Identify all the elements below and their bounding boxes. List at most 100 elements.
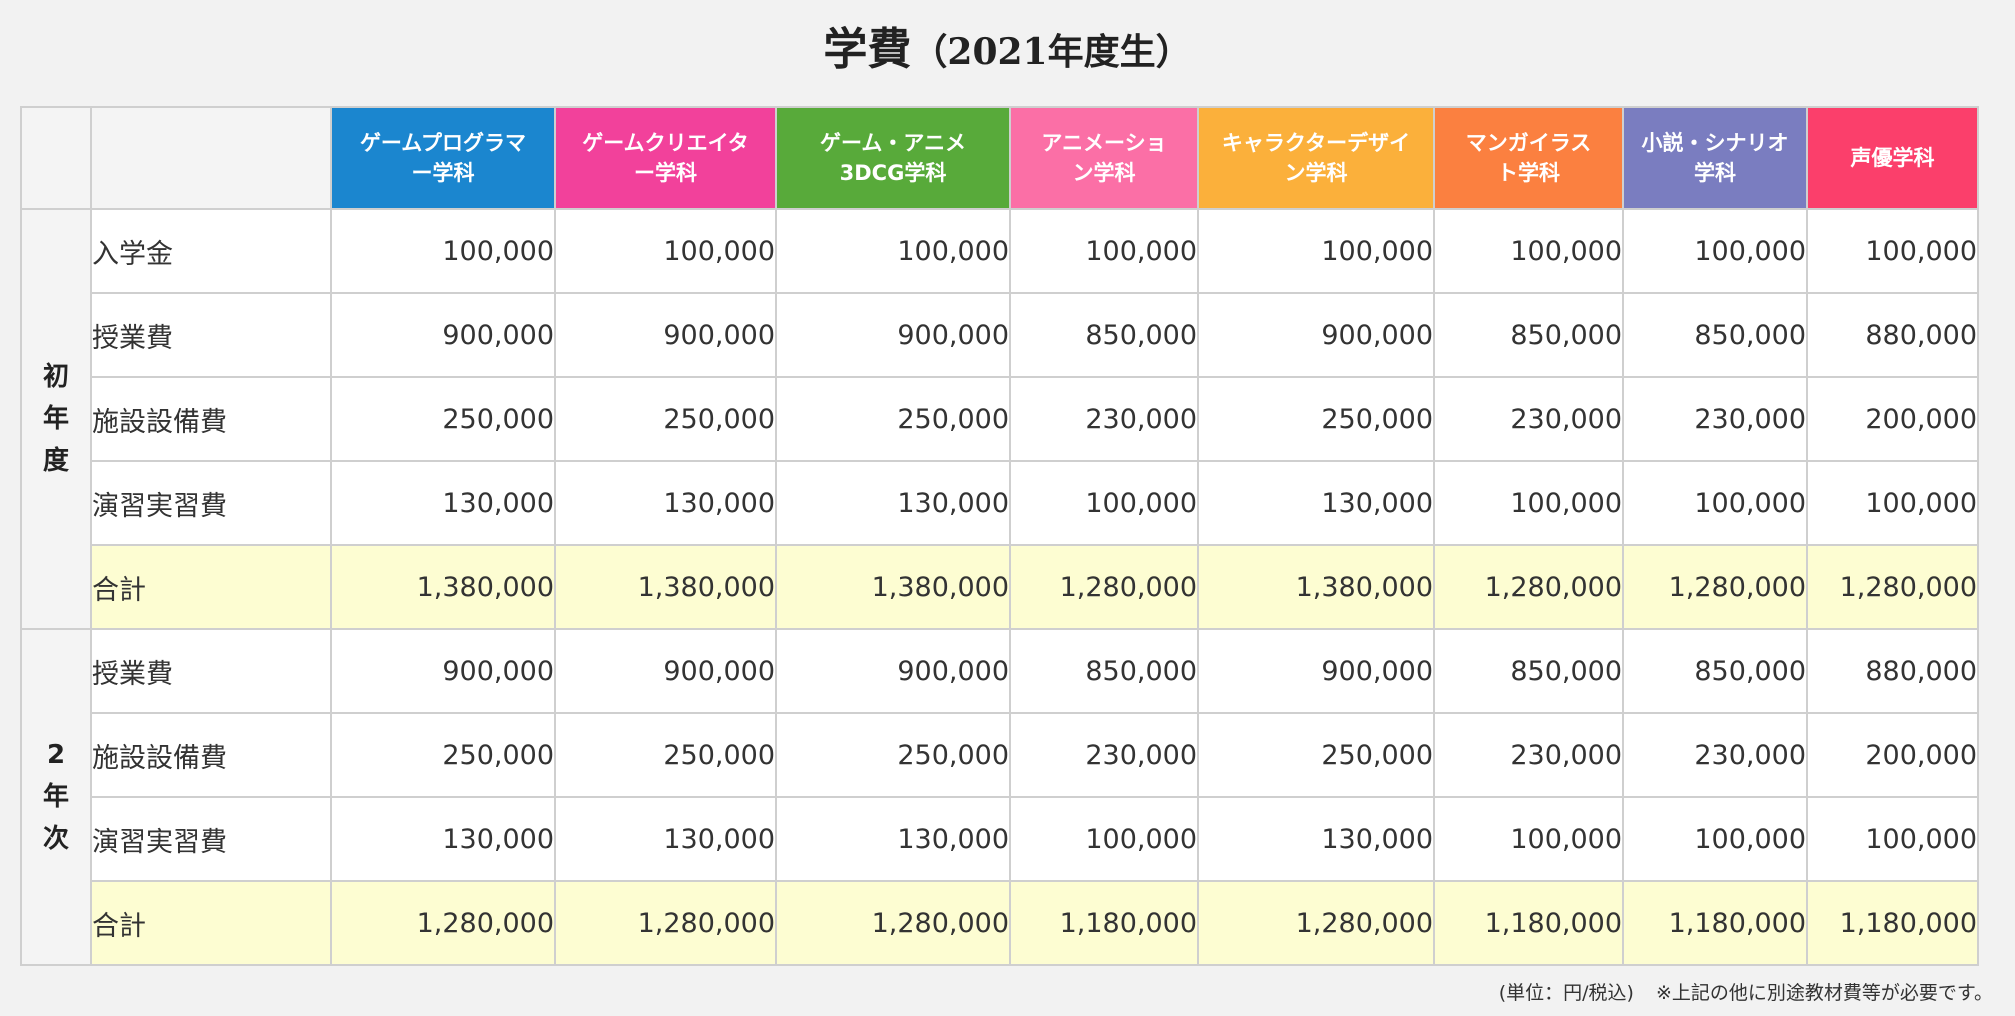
dept-header-1: ゲームプログラマ ー学科: [330, 106, 556, 210]
fee-value: 230,000: [1009, 376, 1199, 462]
fee-value: 1,280,000: [554, 880, 777, 966]
fee-value: 130,000: [554, 796, 777, 882]
table-row: 施設設備費 250,000 250,000 250,000 230,000 250,000…: [21, 376, 1979, 462]
fee-item-label: 合計: [90, 544, 332, 630]
fee-item-label: 合計: [90, 880, 332, 966]
fee-value: 100,000: [1433, 208, 1624, 294]
fee-value: 200,000: [1806, 376, 1979, 462]
fee-item-label: 演習実習費: [90, 460, 332, 546]
fee-value: 1,280,000: [1622, 544, 1808, 630]
fee-item-label: 施設設備費: [90, 376, 332, 462]
fee-value: 100,000: [1009, 208, 1199, 294]
total-row: 合計 1,380,000 1,380,000 1,380,000 1,280,000 1,…: [21, 544, 1979, 630]
year-label: 2 年 次: [20, 628, 92, 966]
fee-item-label: 施設設備費: [90, 712, 332, 798]
table-row: 演習実習費 130,000 130,000 130,000 100,000 130,000…: [21, 796, 1979, 882]
fee-value: 250,000: [554, 376, 777, 462]
fee-value: 1,280,000: [330, 880, 556, 966]
dept-header-4: アニメーショ ン学科: [1009, 106, 1199, 210]
fee-value: 130,000: [330, 460, 556, 546]
table-row: 演習実習費 130,000 130,000 130,000 100,000 130,000…: [21, 460, 1979, 546]
fee-value: 250,000: [1197, 712, 1435, 798]
page-title: 学費（2021年度生）: [0, 18, 2015, 84]
fee-value: 130,000: [554, 460, 777, 546]
fee-value: 850,000: [1009, 628, 1199, 714]
fee-value: 100,000: [554, 208, 777, 294]
fee-value: 100,000: [1433, 796, 1624, 882]
fee-value: 250,000: [775, 376, 1011, 462]
dept-header-3: ゲーム・アニメ 3DCG学科: [775, 106, 1011, 210]
fee-value: 1,380,000: [330, 544, 556, 630]
fee-item-label: 入学金: [90, 208, 332, 294]
fee-value: 230,000: [1622, 712, 1808, 798]
fee-value: 850,000: [1622, 292, 1808, 378]
fee-value: 230,000: [1009, 712, 1199, 798]
fee-value: 900,000: [330, 292, 556, 378]
fee-value: 850,000: [1622, 628, 1808, 714]
table-row: 授業費 900,000 900,000 900,000 850,000 900,000 85…: [21, 292, 1979, 378]
footnote: (単位：円/税込) ※上記の他に別途教材費等が必要です。: [1499, 978, 1993, 1005]
fee-value: 130,000: [1197, 796, 1435, 882]
dept-header-6: マンガイラス ト学科: [1433, 106, 1624, 210]
fee-value: 230,000: [1622, 376, 1808, 462]
fee-value: 100,000: [1806, 796, 1979, 882]
fee-value: 250,000: [1197, 376, 1435, 462]
fee-value: 100,000: [330, 208, 556, 294]
fee-value: 1,380,000: [1197, 544, 1435, 630]
fee-value: 1,280,000: [1009, 544, 1199, 630]
fee-value: 100,000: [1806, 460, 1979, 546]
fee-value: 1,180,000: [1433, 880, 1624, 966]
total-row: 合計 1,280,000 1,280,000 1,280,000 1,180,000 1,…: [21, 880, 1979, 966]
year-label: 初 年 度: [20, 208, 92, 630]
fee-value: 1,280,000: [1806, 544, 1979, 630]
header-blank-item: [90, 106, 332, 210]
fee-value: 100,000: [1622, 460, 1808, 546]
dept-header-2: ゲームクリエイタ ー学科: [554, 106, 777, 210]
fee-value: 250,000: [330, 376, 556, 462]
fee-value: 100,000: [1433, 460, 1624, 546]
table-body: 初 年 度入学金 100,000 100,000 100,000 100,000 100,…: [20, 208, 1979, 966]
fee-value: 900,000: [554, 628, 777, 714]
fee-value: 850,000: [1433, 628, 1624, 714]
year-label-text: 初 年 度: [42, 362, 69, 476]
fee-value: 900,000: [554, 292, 777, 378]
fee-value: 900,000: [330, 628, 556, 714]
fee-item-label: 演習実習費: [90, 796, 332, 882]
fee-item-label: 授業費: [90, 292, 332, 378]
table-row: 2 年 次授業費 900,000 900,000 900,000 850,000 900,…: [20, 628, 1979, 966]
fee-value: 100,000: [1197, 208, 1435, 294]
title-sub: （2021年度生）: [911, 31, 1192, 73]
fee-value: 1,180,000: [1622, 880, 1808, 966]
fee-value: 100,000: [1009, 796, 1199, 882]
fee-value: 1,280,000: [1433, 544, 1624, 630]
fee-value: 250,000: [775, 712, 1011, 798]
fee-value: 850,000: [1009, 292, 1199, 378]
fee-value: 900,000: [775, 292, 1011, 378]
fee-value: 1,180,000: [1009, 880, 1199, 966]
table-header-row: ゲームプログラマ ー学科 ゲームクリエイタ ー学科 ゲーム・アニメ 3DCG学科 アニ…: [20, 106, 1979, 210]
fee-value: 200,000: [1806, 712, 1979, 798]
table-row: 施設設備費 250,000 250,000 250,000 230,000 250,000…: [21, 712, 1979, 798]
fee-value: 1,380,000: [775, 544, 1011, 630]
dept-header-8: 声優学科: [1806, 106, 1979, 210]
fee-value: 880,000: [1806, 628, 1979, 714]
fee-value: 900,000: [1197, 628, 1435, 714]
fee-value: 880,000: [1806, 292, 1979, 378]
fee-value: 130,000: [1197, 460, 1435, 546]
fee-value: 100,000: [1622, 208, 1808, 294]
extra-cost-note: ※上記の他に別途教材費等が必要です。: [1655, 982, 1993, 1004]
fee-value: 130,000: [775, 796, 1011, 882]
unit-note: (単位：円/税込): [1498, 982, 1634, 1004]
fee-value: 230,000: [1433, 712, 1624, 798]
title-main: 学費: [823, 24, 912, 75]
fee-value: 130,000: [775, 460, 1011, 546]
fee-value: 900,000: [775, 628, 1011, 714]
fee-value: 100,000: [1622, 796, 1808, 882]
dept-header-7: 小説・シナリオ 学科: [1622, 106, 1808, 210]
fee-value: 100,000: [775, 208, 1011, 294]
tuition-page: 学費（2021年度生） ゲームプログラマ ー学科 ゲームクリエイタ ー学科 ゲーム・…: [0, 0, 2015, 1016]
fee-value: 100,000: [1009, 460, 1199, 546]
fee-value: 130,000: [330, 796, 556, 882]
fee-item-label: 授業費: [90, 628, 332, 714]
fee-value: 900,000: [1197, 292, 1435, 378]
